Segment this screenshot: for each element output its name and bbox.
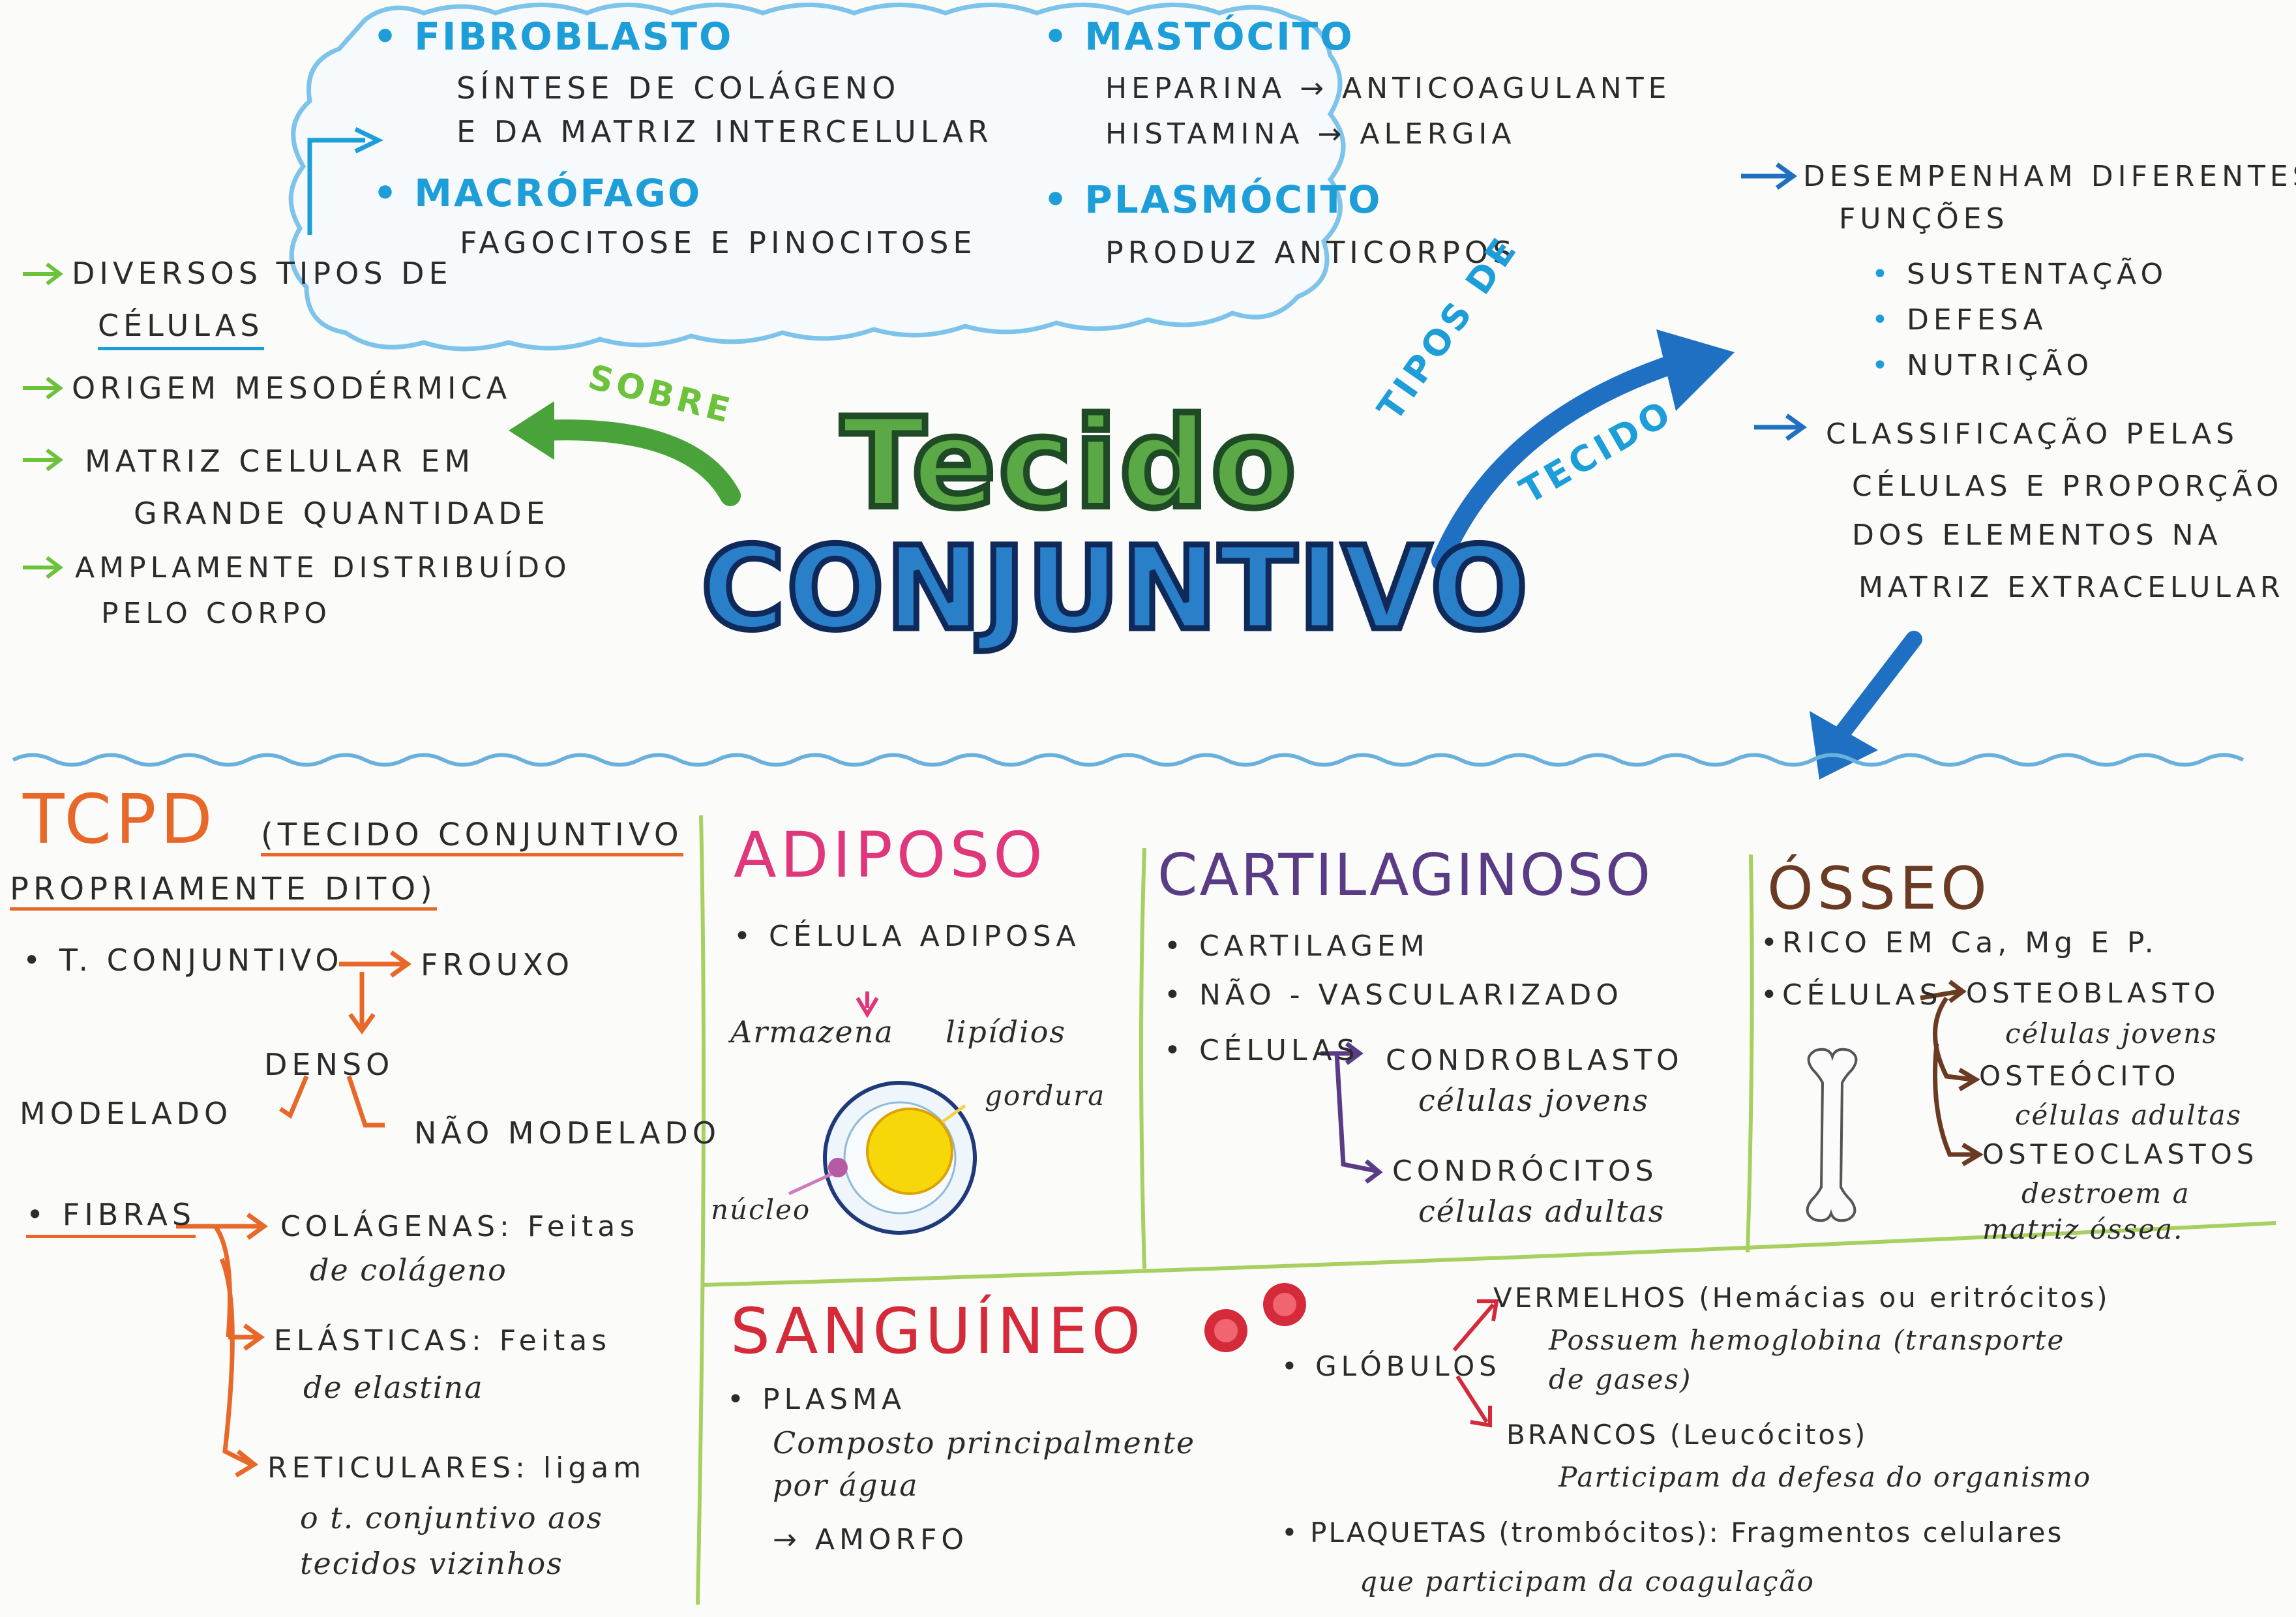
adiposo-gordura: gordura: [985, 1080, 1106, 1111]
class-line-4: MATRIZ EXTRACELULAR: [1858, 571, 2285, 604]
osseo-rico: •RICO EM Ca, Mg E P.: [1761, 926, 2158, 960]
tcpd-frouxo: FROUXO: [421, 947, 574, 982]
adiposo-armazena: Armazena: [730, 1014, 894, 1050]
vermelhos-desc-2: de gases): [1549, 1363, 1692, 1395]
divider-v2: [1139, 847, 1146, 1269]
cell-desc-mastocito-2: HISTAMINA → ALERGIA: [1105, 117, 1516, 151]
tcpd-colagenas-2: de colágeno: [310, 1252, 507, 1288]
page-title-line1: Tecido: [838, 388, 1300, 539]
plaquetas-desc: que participam da coagulação: [1360, 1565, 1815, 1597]
tcpd-fibras: • FIBRAS: [26, 1197, 196, 1238]
bone-drawing: [1806, 1048, 1858, 1222]
sanguineo-plasma: • PLASMA: [727, 1383, 906, 1416]
functions-line-2: FUNÇÕES: [1839, 202, 2009, 235]
down-arrow: [1830, 631, 1922, 746]
function-item-1: • SUSTENTAÇÃO: [1871, 258, 2168, 291]
tcpd-title: TCPD: [23, 779, 216, 859]
class-line-3: DOS ELEMENTOS NA: [1852, 519, 2222, 552]
cartilaginoso-title: CARTILAGINOSO: [1157, 841, 1653, 909]
cell-desc-fibroblasto-2: E DA MATRIZ INTERCELULAR: [456, 114, 993, 149]
tcpd-denso: DENSO: [264, 1047, 395, 1082]
osteoclastos: OSTEOCLASTOS: [1982, 1138, 2259, 1170]
osteoblasto: OSTEOBLASTO: [1966, 977, 2220, 1009]
sanguineo-title: SANGUÍNEO: [730, 1295, 1145, 1368]
tcpd-elasticas-1: ELÁSTICAS: Feitas: [274, 1324, 612, 1357]
tcpd-elasticas-2: de elastina: [303, 1370, 484, 1405]
wavy-divider: [12, 753, 2244, 767]
tcpd-reticulares-3: tecidos vizinhos: [300, 1546, 563, 1581]
class-line-1: CLASSIFICAÇÃO PELAS: [1826, 417, 2239, 451]
tcpd-colagenas-1: COLÁGENAS: Feitas: [280, 1210, 640, 1243]
function-item-3: • NUTRIÇÃO: [1871, 349, 2094, 382]
tcpd-reticulares-1: RETICULARES: ligam: [267, 1451, 646, 1485]
cartilaginoso-item-2: • NÃO - VASCULARIZADO: [1164, 978, 1623, 1012]
condrocitos-desc: células adultas: [1418, 1194, 1665, 1229]
vermelhos-desc-1: Possuem hemoglobina (transporte: [1549, 1324, 2065, 1356]
tcpd-t-conj: • T. CONJUNTIVO: [23, 943, 344, 978]
sobre-item-2: ORIGEM MESODÉRMICA: [72, 370, 512, 406]
condroblasto: CONDROBLASTO: [1386, 1044, 1684, 1077]
osseo-title: ÓSSEO: [1767, 854, 1991, 923]
adiposo-nucleo: núcleo: [711, 1194, 811, 1226]
osteoclastos-desc-1: destroem a: [2021, 1177, 2190, 1209]
cell-name-plasmocito: • PLASMÓCITO: [1043, 177, 1382, 222]
red-blood-cells: [1204, 1283, 1306, 1352]
tcpd-reticulares-2: o t. conjuntivo aos: [300, 1500, 603, 1535]
adiposo-celula: • CÉLULA ADIPOSA: [734, 920, 1081, 953]
sanguineo-globulos: • GLÓBULOS: [1281, 1350, 1501, 1382]
divider-v1: [696, 815, 706, 1605]
adiposo-lipidios: lipídios: [946, 1014, 1067, 1050]
condrocitos: CONDRÓCITOS: [1392, 1155, 1658, 1188]
sobre-arrow: [531, 419, 741, 506]
cell-name-fibroblasto: • FIBROBLASTO: [373, 14, 734, 59]
adiposo-title: ADIPOSO: [734, 819, 1047, 892]
cartilaginoso-item-1: • CARTILAGEM: [1164, 929, 1429, 963]
brancos-desc: Participam da defesa do organismo: [1558, 1461, 2092, 1493]
plasma-desc-1: Composto principalmente: [773, 1425, 1196, 1460]
tcpd-modelado: MODELADO: [20, 1096, 233, 1131]
tipos-item-arrows: [1741, 162, 1807, 441]
cell-desc-mastocito-1: HEPARINA → ANTICOAGULANTE: [1105, 72, 1671, 105]
osteoblasto-desc: células jovens: [2005, 1018, 2218, 1050]
tcpd-full-1: (TECIDO CONJUNTIVO: [261, 817, 683, 856]
tcpd-nao-modelado: NÃO MODELADO: [414, 1115, 721, 1151]
sobre-item-3b: GRANDE QUANTIDADE: [134, 496, 550, 531]
cell-name-macrofago: • MACRÓFAGO: [373, 171, 702, 215]
sobre-item-1b: CÉLULAS: [98, 308, 264, 350]
sobre-item-arrows: [23, 262, 63, 579]
sobre-item-4b: PELO CORPO: [101, 597, 331, 630]
functions-line-1: DESEMPENHAM DIFERENTES: [1803, 160, 2296, 193]
cell-name-mastocito: • MASTÓCITO: [1043, 14, 1354, 59]
cell-desc-fibroblasto-1: SÍNTESE DE COLÁGENO: [456, 70, 901, 106]
sobre-item-3: MATRIZ CELULAR EM: [85, 444, 475, 479]
globulos-brancos: BRANCOS (Leucócitos): [1506, 1419, 1868, 1451]
plasma-desc-2: por água: [773, 1468, 919, 1503]
cell-desc-macrofago-1: FAGOCITOSE E PINOCITOSE: [460, 225, 977, 260]
class-line-2: CÉLULAS E PROPORÇÃO: [1852, 470, 2284, 503]
sobre-item-4: AMPLAMENTE DISTRIBUÍDO: [75, 551, 571, 584]
sobre-item-1: DIVERSOS TIPOS DE: [72, 256, 453, 291]
plasma-amorfo: → AMORFO: [773, 1523, 969, 1556]
osteoclastos-desc-2: matriz óssea.: [1982, 1213, 2184, 1245]
tcpd-full-2: PROPRIAMENTE DITO): [10, 871, 437, 911]
globulos-vermelhos: VERMELHOS (Hemácias ou eritrócitos): [1493, 1282, 2110, 1314]
osteocito-desc: células adultas: [2015, 1099, 2243, 1131]
osteocito: OSTEÓCITO: [1979, 1060, 2181, 1092]
page-title-line2: CONJUNTIVO: [698, 519, 1530, 659]
cartilaginoso-item-3: • CÉLULAS: [1164, 1034, 1360, 1067]
function-item-2: • DEFESA: [1871, 303, 2048, 337]
cell-desc-plasmocito-1: PRODUZ ANTICORPOS: [1105, 235, 1517, 270]
divider-v3: [1746, 854, 1754, 1253]
osseo-celulas: •CÉLULAS: [1761, 978, 1943, 1012]
condroblasto-desc: células jovens: [1418, 1083, 1650, 1118]
sanguineo-plaquetas: • PLAQUETAS (trombócitos): Fragmentos ce…: [1281, 1517, 2064, 1549]
